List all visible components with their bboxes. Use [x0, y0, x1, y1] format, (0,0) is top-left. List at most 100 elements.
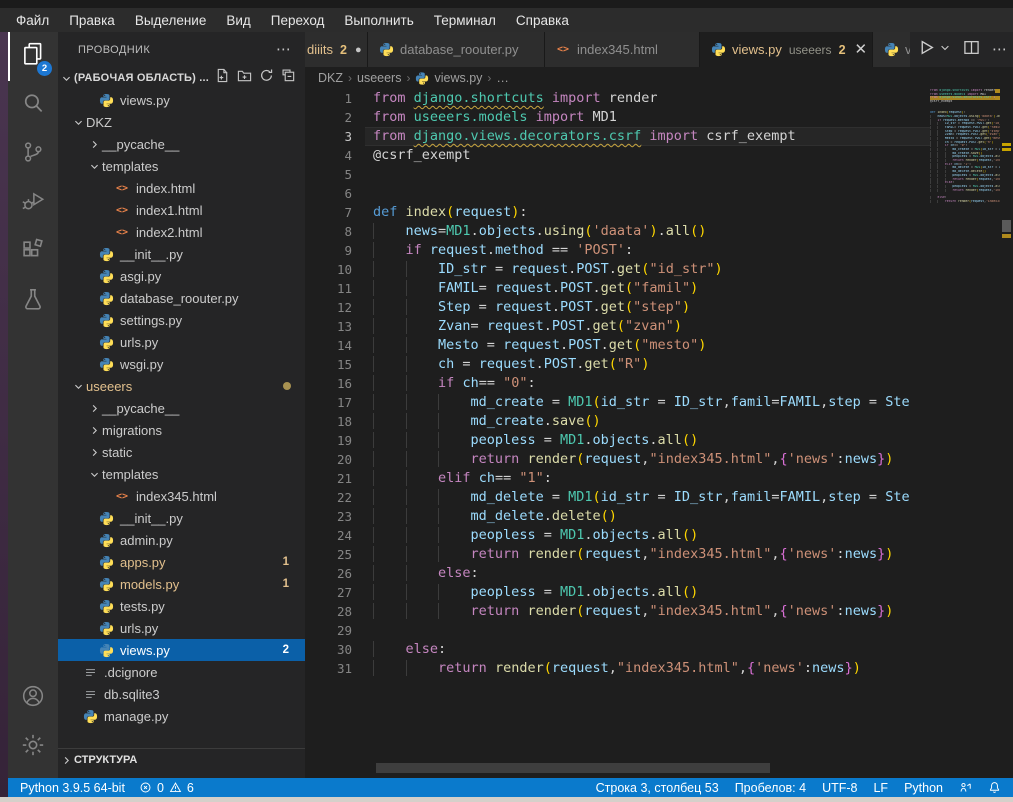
tree-item-DKZ[interactable]: DKZ — [58, 111, 305, 133]
explorer-more-actions-icon[interactable]: ⋯ — [276, 42, 291, 57]
tree-item-tests.py[interactable]: tests.py — [58, 595, 305, 617]
activity-extensions[interactable] — [8, 228, 58, 277]
activity-source-control[interactable] — [8, 130, 58, 179]
tree-item-__pycache__[interactable]: __pycache__ — [58, 397, 305, 419]
code-line-5[interactable] — [365, 165, 930, 184]
code-line-17[interactable]: md_create = MD1(id_str = ID_str,famil=FA… — [365, 393, 930, 412]
tree-item-urls.py[interactable]: urls.py — [58, 331, 305, 353]
status-feedback[interactable] — [959, 781, 972, 794]
code-line-26[interactable]: else: — [365, 564, 930, 583]
code-line-21[interactable]: elif ch== "1": — [365, 469, 930, 488]
tab-diiits[interactable]: diiits2● — [305, 32, 368, 67]
code-line-22[interactable]: md_delete = MD1(id_str = ID_str,famil=FA… — [365, 488, 930, 507]
tree-item-database_roouter.py[interactable]: database_roouter.py — [58, 287, 305, 309]
code-line-19[interactable]: peopless = MD1.objects.all() — [365, 431, 930, 450]
code-line-16[interactable]: if ch== "0": — [365, 374, 930, 393]
tree-item-index1.html[interactable]: <>index1.html — [58, 199, 305, 221]
tree-item-__init__.py[interactable]: __init__.py — [58, 243, 305, 265]
action-new-folder[interactable] — [237, 68, 252, 88]
tree-item-apps.py[interactable]: apps.py1 — [58, 551, 305, 573]
breadcrumb-useeers[interactable]: useeers — [357, 71, 401, 85]
code-line-28[interactable]: return render(request,"index345.html",{'… — [365, 602, 930, 621]
status-python-interpreter[interactable]: Python 3.9.5 64-bit — [20, 781, 125, 795]
activity-testing[interactable] — [8, 277, 58, 326]
code-line-10[interactable]: ID_str = request.POST.get("id_str") — [365, 260, 930, 279]
code-line-2[interactable]: from useeers.models import MD1 — [365, 108, 930, 127]
status-problems[interactable]: 06 — [139, 781, 194, 795]
code-line-18[interactable]: md_create.save() — [365, 412, 930, 431]
action-collapse-folders[interactable] — [281, 68, 296, 88]
menu-item-Переход[interactable]: Переход — [261, 8, 335, 32]
minimap[interactable]: from django.shortcuts import renderfrom … — [930, 89, 1000, 778]
menu-item-Вид[interactable]: Вид — [216, 8, 260, 32]
breadcrumb-DKZ[interactable]: DKZ — [318, 71, 343, 85]
menu-item-Терминал[interactable]: Терминал — [424, 8, 506, 32]
code-line-8[interactable]: news=MD1.objects.using('daata').all() — [365, 222, 930, 241]
tab-views.py[interactable]: views.pyuseeers2✕ — [700, 32, 873, 67]
menu-item-Выделение[interactable]: Выделение — [125, 8, 217, 32]
tree-item-index.html[interactable]: <>index.html — [58, 177, 305, 199]
tree-item-migrations[interactable]: migrations — [58, 419, 305, 441]
code-line-14[interactable]: Mesto = request.POST.get("mesto") — [365, 336, 930, 355]
menu-item-Справка[interactable]: Справка — [506, 8, 579, 32]
code-line-1[interactable]: from django.shortcuts import render — [365, 89, 930, 108]
tree-item-useeers[interactable]: useeers — [58, 375, 305, 397]
code-line-4[interactable]: @csrf_exempt — [365, 146, 930, 165]
action-run-options[interactable] — [947, 41, 951, 59]
menu-item-Правка[interactable]: Правка — [59, 8, 125, 32]
tree-item-admin.py[interactable]: admin.py — [58, 529, 305, 551]
tree-item-static[interactable]: static — [58, 441, 305, 463]
code-line-20[interactable]: return render(request,"index345.html",{'… — [365, 450, 930, 469]
tree-item-.dcignore[interactable]: .dcignore — [58, 661, 305, 683]
code-line-27[interactable]: peopless = MD1.objects.all() — [365, 583, 930, 602]
status-notifications[interactable] — [988, 781, 1001, 794]
code-line-7[interactable]: def index(request): — [365, 203, 930, 222]
status-encoding[interactable]: UTF-8 — [822, 781, 857, 795]
horizontal-scrollbar-thumb[interactable] — [376, 763, 770, 773]
workspace-section-header[interactable]: (РАБОЧАЯ ОБЛАСТЬ) ... — [58, 67, 305, 89]
tree-item-index2.html[interactable]: <>index2.html — [58, 221, 305, 243]
tree-item-models.py[interactable]: models.py1 — [58, 573, 305, 595]
status-language-mode[interactable]: Python — [904, 781, 943, 795]
outline-section-header[interactable]: СТРУКТУРА — [58, 748, 305, 771]
tree-item-wsgi.py[interactable]: wsgi.py — [58, 353, 305, 375]
menu-item-Файл[interactable]: Файл — [6, 8, 59, 32]
code-line-30[interactable]: else: — [365, 640, 930, 659]
tree-item-asgi.py[interactable]: asgi.py — [58, 265, 305, 287]
code-line-23[interactable]: md_delete.delete() — [365, 507, 930, 526]
code-line-12[interactable]: Step = request.POST.get("step") — [365, 298, 930, 317]
tree-item-views.py[interactable]: views.py2 — [58, 639, 305, 661]
action-refresh-explorer[interactable] — [259, 68, 274, 88]
code-line-11[interactable]: FAMIL= request.POST.get("famil") — [365, 279, 930, 298]
code-line-13[interactable]: Zvan= request.POST.get("zvan") — [365, 317, 930, 336]
tree-item-urls.py[interactable]: urls.py — [58, 617, 305, 639]
overview-ruler[interactable] — [1000, 89, 1013, 778]
tree-item-manage.py[interactable]: manage.py — [58, 705, 305, 727]
code-line-25[interactable]: return render(request,"index345.html",{'… — [365, 545, 930, 564]
action-more-actions[interactable]: ⋯ — [992, 41, 1007, 59]
tree-item-views.py[interactable]: views.py — [58, 89, 305, 111]
status-eol[interactable]: LF — [873, 781, 888, 795]
tab-database_roouter.py[interactable]: database_roouter.py — [368, 32, 545, 67]
activity-run-and-debug[interactable] — [8, 179, 58, 228]
code-line-6[interactable] — [365, 184, 930, 203]
tree-item-templates[interactable]: templates — [58, 155, 305, 177]
tab-index345.html[interactable]: <>index345.html — [545, 32, 700, 67]
action-new-file[interactable] — [215, 68, 230, 88]
activity-search[interactable] — [8, 81, 58, 130]
activity-explorer[interactable]: 2 — [8, 32, 58, 81]
breadcrumb-…[interactable]: … — [496, 71, 509, 85]
close-icon[interactable]: ✕ — [855, 42, 868, 57]
code-line-9[interactable]: if request.method == 'POST': — [365, 241, 930, 260]
code-line-29[interactable] — [365, 621, 930, 640]
tree-item-__pycache__[interactable]: __pycache__ — [58, 133, 305, 155]
code-editor[interactable]: 1234567891011121314151617181920212223242… — [305, 89, 1013, 778]
activity-accounts[interactable] — [8, 674, 58, 723]
action-run-python-file[interactable] — [918, 39, 935, 61]
tree-item-index345.html[interactable]: <>index345.html — [58, 485, 305, 507]
tree-item-__init__.py[interactable]: __init__.py — [58, 507, 305, 529]
menu-item-Выполнить[interactable]: Выполнить — [334, 8, 423, 32]
status-indentation[interactable]: Пробелов: 4 — [735, 781, 806, 795]
tree-item-db.sqlite3[interactable]: db.sqlite3 — [58, 683, 305, 705]
action-split-editor[interactable] — [963, 39, 980, 61]
